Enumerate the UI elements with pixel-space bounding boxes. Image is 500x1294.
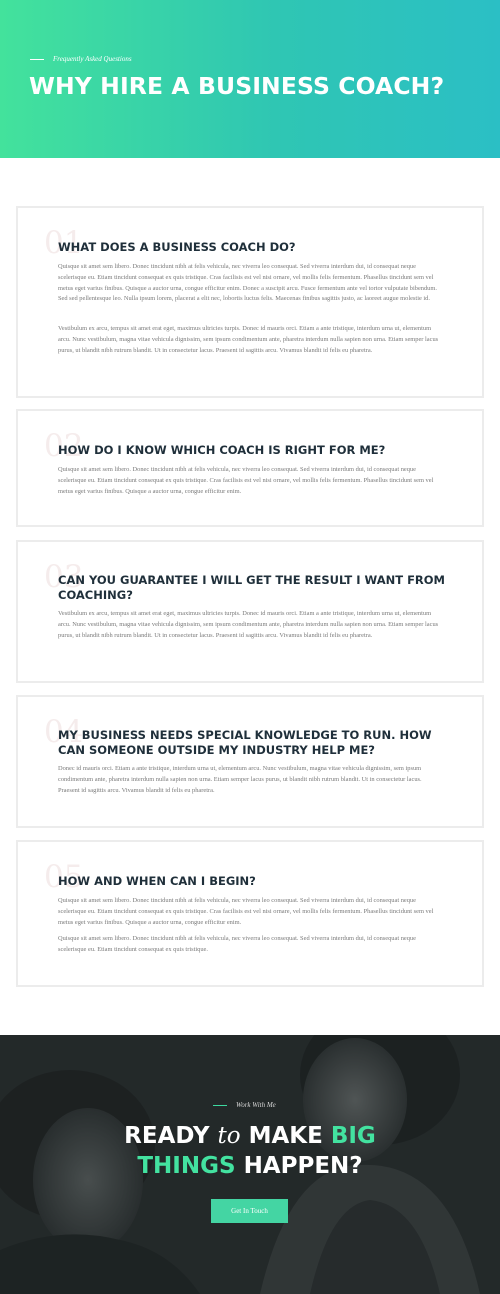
hero-kicker-text: Frequently Asked Questions <box>53 55 132 63</box>
faq-question: CAN YOU GUARANTEE I WILL GET THE RESULT … <box>58 573 446 602</box>
faq-card: 02 HOW DO I KNOW WHICH COACH IS RIGHT FO… <box>16 409 484 527</box>
faq-question: MY BUSINESS NEEDS SPECIAL KNOWLEDGE TO R… <box>58 728 432 757</box>
cta-title-ready: READY <box>124 1123 210 1149</box>
hero-kicker: Frequently Asked Questions <box>30 55 132 63</box>
faq-answer: Donec id mauris orci. Etiam a ante trist… <box>58 765 422 794</box>
faq-card: 04 MY BUSINESS NEEDS SPECIAL KNOWLEDGE T… <box>16 695 484 828</box>
faq-question: WHAT DOES A BUSINESS COACH DO? <box>58 240 296 254</box>
cta-kicker-text: Work With Me <box>236 1101 276 1109</box>
cta-title-big: BIG <box>330 1123 376 1149</box>
faq-card: 03 CAN YOU GUARANTEE I WILL GET THE RESU… <box>16 540 484 683</box>
page-title: WHY HIRE A BUSINESS COACH? <box>29 72 445 100</box>
cta-title-things: THINGS <box>137 1153 236 1179</box>
faq-answer: Vestibulum ex arcu, tempus sit amet erat… <box>58 610 439 639</box>
faq-question: HOW DO I KNOW WHICH COACH IS RIGHT FOR M… <box>58 443 386 457</box>
cta-kicker: Work With Me <box>213 1101 276 1109</box>
cta-title-to: to <box>217 1123 241 1149</box>
cta-section: Work With Me READY to MAKE BIG THINGS HA… <box>0 1035 500 1294</box>
get-in-touch-button[interactable]: Get In Touch <box>211 1199 288 1223</box>
faq-question: HOW AND WHEN CAN I BEGIN? <box>58 874 256 888</box>
kicker-line <box>213 1104 227 1106</box>
faq-answer: Vestibulum ex arcu, tempus sit amet erat… <box>58 325 439 354</box>
faq-card: 05 HOW AND WHEN CAN I BEGIN? Quisque sit… <box>16 840 484 987</box>
hero-banner: Frequently Asked Questions WHY HIRE A BU… <box>0 0 500 158</box>
faq-answer: Quisque sit amet sem libero. Donec tinci… <box>58 263 437 303</box>
cta-title-make: MAKE <box>248 1123 323 1149</box>
faq-card: 01 WHAT DOES A BUSINESS COACH DO? Quisqu… <box>16 206 484 398</box>
kicker-line <box>30 58 44 60</box>
faq-answer: Quisque sit amet sem libero. Donec tinci… <box>58 897 434 926</box>
cta-title-happen: HAPPEN? <box>243 1153 363 1179</box>
faq-answer: Quisque sit amet sem libero. Donec tinci… <box>58 935 416 953</box>
faq-answer: Quisque sit amet sem libero. Donec tinci… <box>58 466 434 495</box>
cta-title: READY to MAKE BIG THINGS HAPPEN? <box>0 1121 500 1181</box>
